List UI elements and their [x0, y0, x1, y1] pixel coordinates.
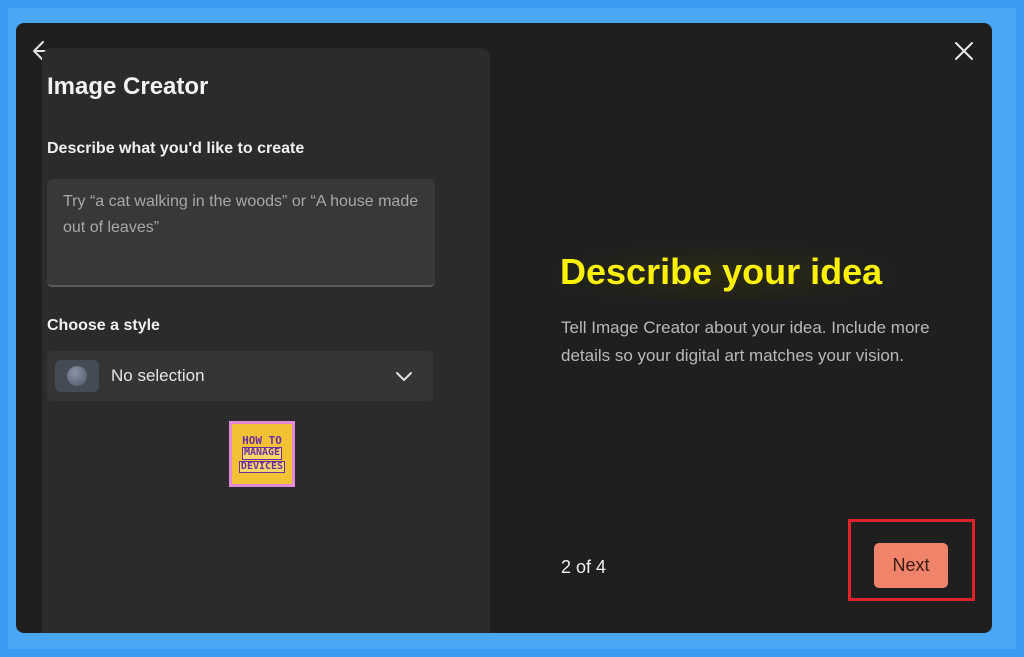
style-label: Choose a style — [47, 317, 160, 334]
style-thumbnail-icon — [55, 360, 99, 392]
onboarding-headline: Describe your idea — [552, 245, 891, 299]
onboarding-description: Tell Image Creator about your idea. Incl… — [561, 318, 930, 365]
style-dropdown[interactable]: No selection — [47, 351, 433, 401]
how-to-manage-devices-logo: HOW TO MANAGE DEVICES — [229, 421, 295, 487]
image-creator-panel — [42, 48, 490, 633]
image-creator-dialog: Image Creator Describe what you'd like t… — [16, 23, 992, 633]
logo-line-1: HOW TO — [242, 433, 282, 447]
prompt-input[interactable]: Try “a cat walking in the woods” or “A h… — [47, 179, 435, 287]
style-selected-value: No selection — [111, 366, 205, 385]
describe-label: Describe what you'd like to create — [47, 140, 305, 157]
logo-line-3: DEVICES — [238, 460, 286, 474]
panel-title: Image Creator — [47, 73, 209, 100]
next-button[interactable]: Next — [874, 543, 948, 588]
page-indicator: 2 of 4 — [561, 557, 607, 577]
close-icon[interactable] — [952, 39, 976, 63]
chevron-down-icon — [395, 368, 413, 382]
logo-line-2: MANAGE — [241, 447, 283, 460]
